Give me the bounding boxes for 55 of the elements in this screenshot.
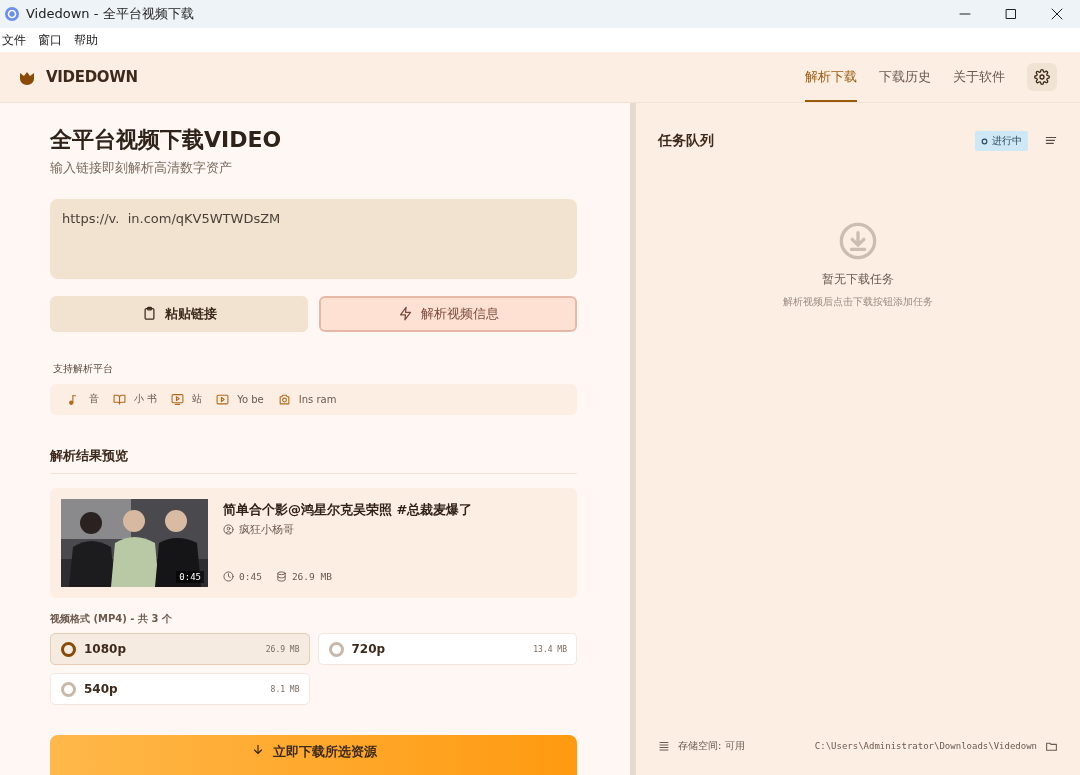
radio-icon: [328, 641, 344, 657]
storage-icon: [658, 740, 670, 752]
author-name: 疯狂小杨哥: [239, 522, 294, 537]
settings-icon: [1034, 69, 1050, 85]
empty-title: 暂无下载任务: [822, 271, 894, 288]
duration-badge: 0:45: [176, 571, 204, 583]
lightning-icon: [397, 306, 413, 322]
section-heading: 解析结果预览: [50, 447, 577, 474]
format-option[interactable]: 1080p 26.9 MB: [50, 633, 310, 665]
platform-name: Yo be: [237, 393, 264, 405]
clock-icon: [223, 571, 234, 582]
settings-button[interactable]: [1027, 63, 1057, 91]
platform-name: 小 书: [134, 392, 158, 407]
section-label: 支持解析平台: [53, 361, 114, 376]
storage-status: 存储空间: 可用: [678, 739, 745, 753]
menu-item[interactable]: 文件: [2, 31, 26, 49]
close-icon[interactable]: [1050, 7, 1064, 21]
platform-name: 音: [89, 392, 99, 407]
nav-tab[interactable]: 下载历史: [879, 52, 931, 102]
empty-hint: 解析视频后点击下载按钮添加任务: [783, 295, 933, 309]
database-icon: [275, 571, 287, 582]
play-screen-icon: [171, 392, 185, 406]
nav-tab[interactable]: 关于软件: [953, 52, 1005, 102]
format-option[interactable]: 720p 13.4 MB: [317, 633, 577, 665]
section-label: 视频格式 (MP4) - 共 3 个: [50, 612, 173, 626]
clipboard-icon: [141, 306, 157, 322]
download-circle-icon: [838, 221, 878, 261]
download-path: C:\Users\Administrator\Downloads\Videdown: [814, 741, 1037, 751]
book-icon: [113, 392, 126, 406]
page-subtitle: 输入链接即刻解析高清数字资产: [50, 159, 233, 177]
status-badge: 进行中: [975, 131, 1028, 151]
video-title: 简单合个影@鸿星尔克吴荣照 #总裁麦爆了: [223, 501, 473, 519]
maximize-icon[interactable]: [1004, 7, 1018, 21]
download-button[interactable]: 立即下载所选资源: [50, 735, 577, 775]
format-option[interactable]: 540p 8.1 MB: [50, 673, 310, 705]
app-icon: [4, 6, 20, 22]
platform-name: Ins ram: [298, 393, 337, 405]
spinner-icon: [981, 137, 988, 145]
radio-icon: [61, 681, 76, 697]
radio-icon: [61, 641, 76, 657]
camera-icon: [277, 392, 291, 406]
menu-item[interactable]: 帮助: [74, 31, 98, 49]
parse-video-button[interactable]: 解析视频信息: [319, 295, 577, 332]
url-input-field[interactable]: https://v. in.com/qKV5WTWDsZM: [50, 199, 577, 279]
queue-title: 任务队列: [658, 132, 715, 150]
platform-name: 站: [192, 392, 203, 407]
page-title: 全平台视频下载VIDEO: [50, 126, 283, 154]
user-icon: [223, 524, 234, 535]
menu-item[interactable]: 窗口: [38, 31, 62, 49]
file-size-text: 26.9 MB: [291, 571, 332, 582]
paste-link-button[interactable]: 粘贴链接: [50, 295, 308, 332]
duration-text: 0:45: [239, 571, 262, 582]
brand-name: VIDEDOWN: [46, 68, 139, 86]
play-icon: [216, 392, 230, 406]
window-title: Videdown - 全平台视频下载: [26, 5, 195, 23]
